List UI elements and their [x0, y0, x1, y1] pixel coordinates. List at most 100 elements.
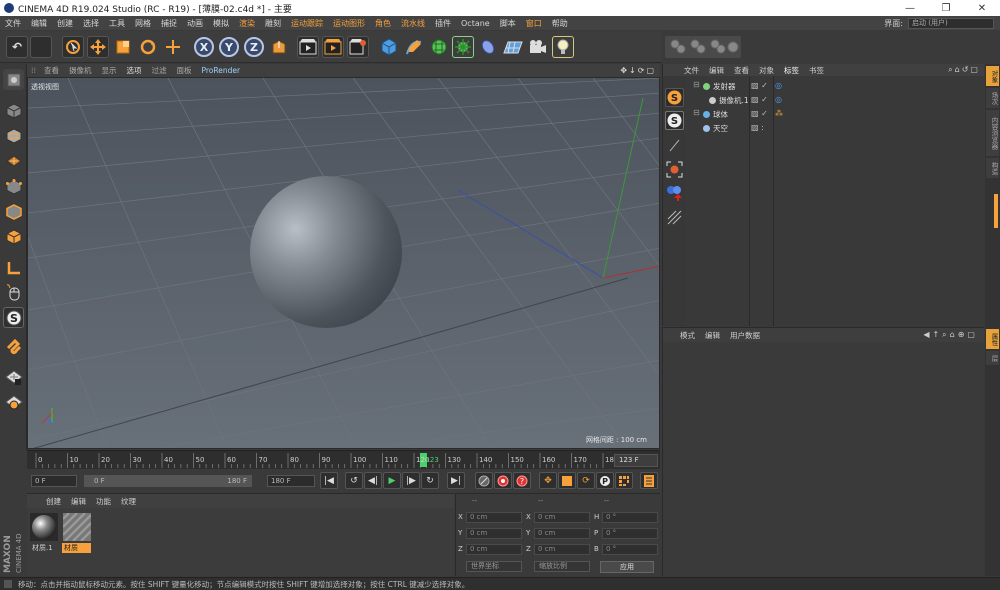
object-name-sky[interactable]: 天空 [713, 123, 728, 134]
om-hierarchy-icon[interactable] [665, 136, 684, 155]
am-menu-edit[interactable]: 编辑 [700, 330, 725, 341]
object-row-camera[interactable]: 摄像机.1 ▨ ✓ ◎ [687, 94, 985, 107]
layout-dropdown[interactable]: 启动 (用户) [908, 17, 994, 29]
menu-mesh[interactable]: 网格 [130, 18, 156, 29]
size-z-field[interactable]: 0 cm [534, 544, 590, 555]
sphere-tag-icon[interactable]: ⁂ [775, 109, 783, 118]
coordinate-mode-dropdown[interactable]: 世界坐标 [466, 561, 522, 572]
sphere-status-icons[interactable]: ▨ ✓ [751, 109, 768, 118]
om-solo-white-icon[interactable]: S [665, 111, 684, 130]
viewport-menu-options[interactable]: 选项 [122, 65, 147, 76]
next-frame-icon[interactable]: |▶ [402, 472, 420, 489]
material-menu-edit[interactable]: 编辑 [66, 496, 91, 507]
sky-status-icons[interactable]: ▨ : [751, 123, 764, 132]
rotation-b-field[interactable]: 0 ° [602, 544, 658, 555]
key-rotation-icon[interactable]: ⟳ [577, 472, 595, 489]
camera-icon[interactable] [527, 36, 549, 58]
camera-tag-icon[interactable]: ◎ [775, 95, 782, 104]
menu-octane[interactable]: Octane [456, 19, 495, 28]
goto-end-icon[interactable]: ▶| [447, 472, 465, 489]
om-solo-orange-icon[interactable]: S [665, 88, 684, 107]
menu-simulate[interactable]: 模拟 [208, 18, 234, 29]
viewport-menu-view[interactable]: 查看 [39, 65, 64, 76]
menu-edit[interactable]: 编辑 [26, 18, 52, 29]
viewport-menu-filter[interactable]: 过滤 [147, 65, 172, 76]
object-name-emitter[interactable]: 发射器 [713, 81, 736, 92]
panel-scroll-indicator[interactable] [994, 194, 998, 228]
om-menu-bookmarks[interactable]: 书签 [804, 65, 829, 76]
render-settings-icon[interactable] [347, 36, 369, 58]
menu-tools[interactable]: 工具 [104, 18, 130, 29]
viewport-menu-prorender[interactable]: ProRender [197, 66, 246, 75]
menu-create[interactable]: 创建 [52, 18, 78, 29]
key-scale-icon[interactable] [558, 472, 576, 489]
model-mode-icon[interactable] [3, 100, 24, 121]
viewport-menu-panel[interactable]: 面板 [172, 65, 197, 76]
material-swatch-2[interactable] [62, 512, 92, 542]
material-menu-create[interactable]: 创建 [41, 496, 66, 507]
menu-file[interactable]: 文件 [0, 18, 26, 29]
enable-axis-icon[interactable] [3, 257, 24, 278]
snap-icon[interactable] [3, 336, 24, 357]
position-x-field[interactable]: 0 cm [466, 512, 522, 523]
workplane-mode-icon[interactable] [3, 150, 24, 171]
start-frame-field[interactable]: 0 F [31, 475, 77, 487]
render-view-icon[interactable] [297, 36, 319, 58]
om-menu-view[interactable]: 查看 [729, 65, 754, 76]
tab-objects[interactable]: 对象 [986, 66, 999, 86]
render-to-picture-viewer-icon[interactable] [322, 36, 344, 58]
om-layers-icon[interactable] [665, 208, 684, 227]
key-pla-icon[interactable] [615, 472, 633, 489]
tree-expand-icon[interactable]: ⊟ [693, 80, 700, 89]
object-name-sphere[interactable]: 球体 [713, 109, 728, 120]
end-frame-field[interactable]: 180 F [267, 475, 315, 487]
size-y-field[interactable]: 0 cm [534, 528, 590, 539]
move-tool-icon[interactable] [87, 36, 109, 58]
live-selection-icon[interactable] [62, 36, 84, 58]
position-z-field[interactable]: 0 cm [466, 544, 522, 555]
menu-select[interactable]: 选择 [78, 18, 104, 29]
deformer-icon[interactable] [477, 36, 499, 58]
am-menu-mode[interactable]: 模式 [675, 330, 700, 341]
planar-workplane-icon[interactable] [3, 391, 24, 412]
play-icon[interactable]: ▶ [383, 472, 401, 489]
keyframe-selection-icon[interactable]: ? [513, 472, 531, 489]
tab-attributes[interactable]: 属性 [986, 329, 999, 349]
frame-range-slider[interactable]: 0 F 180 F [84, 475, 252, 487]
edges-mode-icon[interactable] [3, 201, 24, 222]
maximize-button[interactable]: ❐ [928, 3, 964, 14]
position-y-field[interactable]: 0 cm [466, 528, 522, 539]
make-editable-icon[interactable] [3, 69, 24, 90]
previous-key-icon[interactable]: ↺ [345, 472, 363, 489]
material-menu-function[interactable]: 功能 [91, 496, 116, 507]
close-button[interactable]: ✕ [964, 3, 1000, 14]
polygons-mode-icon[interactable] [3, 226, 24, 247]
viewport-nav-icons[interactable]: ✥↓⟳▢ [620, 66, 660, 75]
am-menu-user-data[interactable]: 用户数据 [725, 330, 765, 341]
timeline-window-icon[interactable] [640, 472, 658, 489]
cloner-icon[interactable] [452, 36, 474, 58]
scale-tool-icon[interactable] [112, 36, 134, 58]
viewport-menu-cameras[interactable]: 摄像机 [64, 65, 97, 76]
tab-structure[interactable]: 构造 [986, 158, 999, 178]
undo-icon[interactable]: ↶ [6, 36, 28, 58]
tab-takes[interactable]: 场次 [986, 88, 999, 108]
material-menu-texture[interactable]: 纹理 [116, 496, 141, 507]
key-position-icon[interactable]: ✥ [539, 472, 557, 489]
am-nav-icons[interactable]: ◀↑⌕⌂⊕▢ [923, 330, 984, 340]
om-spheres-icon[interactable] [665, 184, 684, 203]
object-row-sky[interactable]: 天空 ▨ : [687, 122, 985, 135]
redo-icon[interactable] [30, 36, 52, 58]
om-menu-tags[interactable]: 标签 [779, 65, 804, 76]
material-swatch-1[interactable] [30, 513, 58, 541]
menu-snap[interactable]: 捕捉 [156, 18, 182, 29]
menu-sculpt[interactable]: 雕刻 [260, 18, 286, 29]
menu-mograph[interactable]: 运动图形 [328, 18, 370, 29]
goto-start-icon[interactable]: |◀ [320, 472, 338, 489]
menu-script[interactable]: 脚本 [495, 18, 521, 29]
z-axis-lock-button[interactable]: Z [244, 37, 264, 57]
tweak-mode-icon[interactable] [3, 282, 24, 303]
floor-object-icon[interactable] [502, 36, 524, 58]
subdivision-surface-icon[interactable] [428, 36, 450, 58]
perspective-viewport[interactable]: 透视视图 网格间距 : 100 cm [27, 77, 660, 449]
